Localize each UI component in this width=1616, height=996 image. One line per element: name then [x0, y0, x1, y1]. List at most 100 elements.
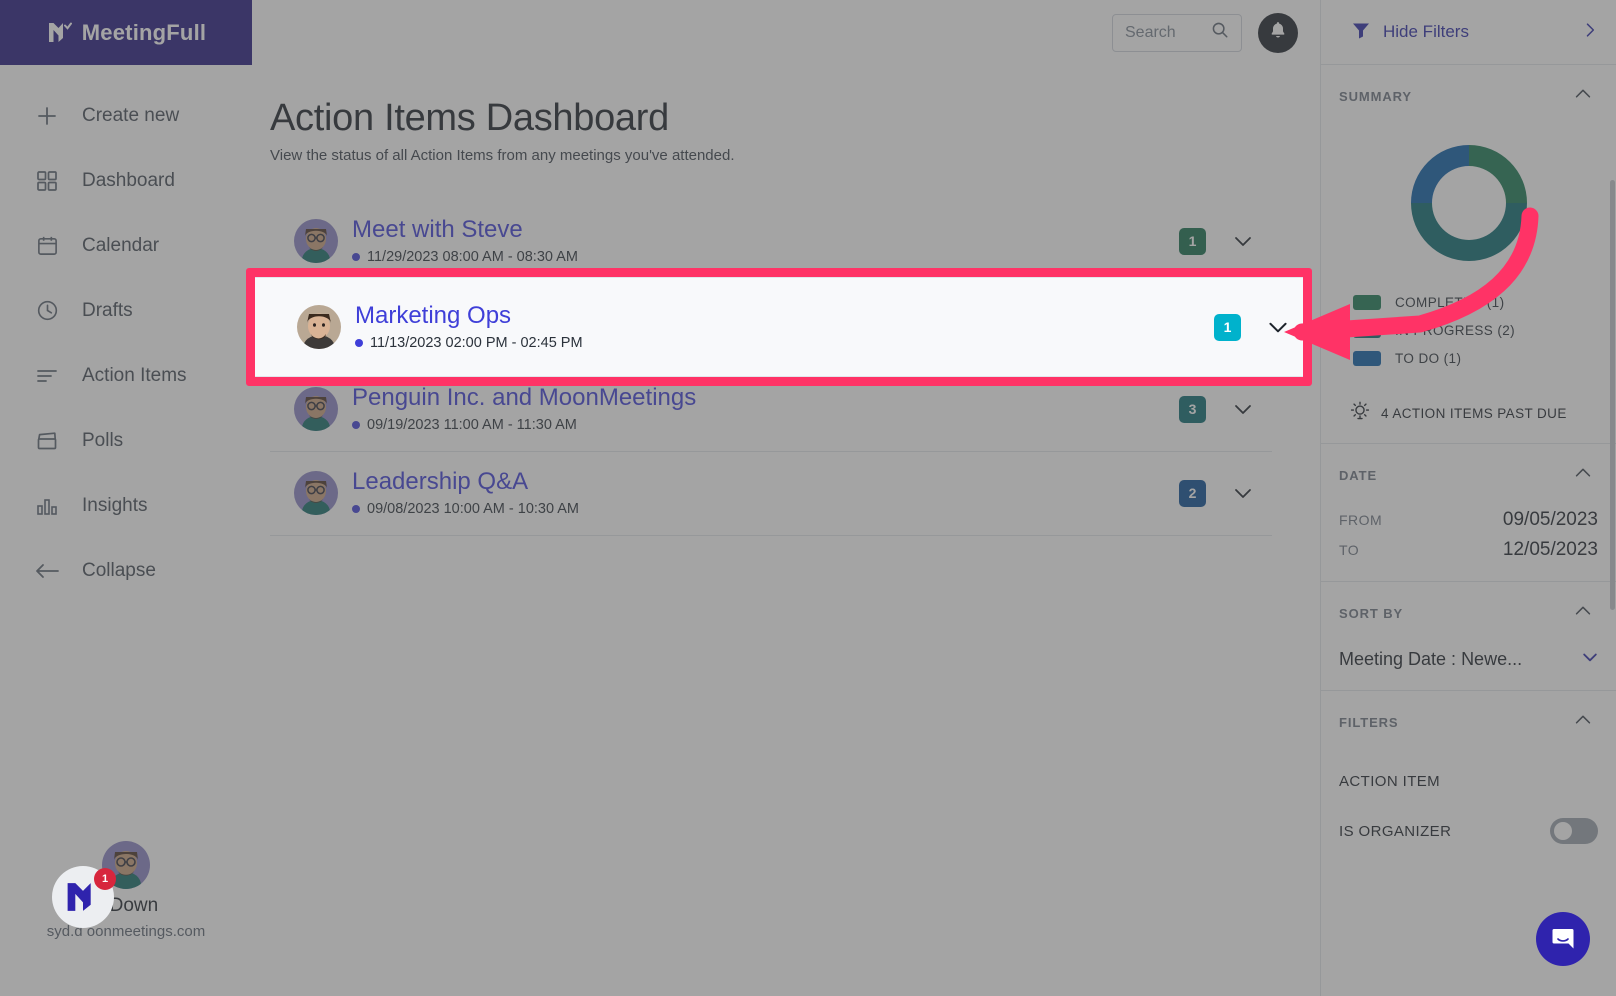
chevron-down-icon[interactable]: [1261, 310, 1295, 344]
meeting-title[interactable]: Marketing Ops: [355, 302, 1214, 329]
action-item-count-badge: 3: [1179, 395, 1206, 423]
date-from-row[interactable]: FROM 09/05/2023: [1339, 505, 1598, 535]
date-range-fields: FROM 09/05/2023 TO 12/05/2023: [1321, 499, 1616, 581]
topbar: Search: [252, 0, 1320, 65]
bar-chart-icon: [34, 493, 60, 519]
chevron-up-icon[interactable]: [1572, 709, 1594, 736]
is-organizer-toggle[interactable]: [1550, 818, 1598, 844]
clapperboard-icon: [34, 428, 60, 454]
grid-icon: [34, 168, 60, 194]
sidebar-user-block[interactable]: d Down syd.d oonmeetings.com: [0, 841, 252, 940]
brand-header[interactable]: MeetingFull: [0, 0, 252, 65]
action-item-count-badge: 2: [1179, 479, 1206, 507]
panel-scrollbar[interactable]: [1610, 180, 1615, 610]
meeting-title[interactable]: Penguin Inc. and MoonMeetings: [352, 385, 1179, 412]
filters-section-header[interactable]: FILTERS: [1321, 691, 1616, 746]
app-base-layer: MeetingFull Create new Dashboard Calenda…: [0, 0, 1616, 996]
plus-icon: [34, 103, 60, 129]
sidebar-item-dashboard[interactable]: Dashboard: [0, 148, 252, 213]
donut-slice-to-do: [1410, 145, 1469, 203]
intercom-chat-button[interactable]: [1536, 912, 1590, 966]
legend-label: IN PROGRESS (2): [1395, 322, 1516, 338]
meeting-text: Meet with Steve 11/29/2023 08:00 AM - 08…: [352, 217, 1179, 265]
sidebar-item-label: Calendar: [82, 234, 160, 256]
page-content: Action Items Dashboard View the status o…: [252, 65, 1320, 996]
sidebar-item-label: Collapse: [82, 559, 156, 581]
sidebar-item-collapse[interactable]: Collapse: [0, 538, 252, 603]
legend-label: TO DO (1): [1395, 350, 1462, 366]
legend-item: COMPLETED (1): [1353, 288, 1616, 316]
legend-label: COMPLETED (1): [1395, 294, 1505, 310]
legend-item: TO DO (1): [1353, 344, 1616, 372]
action-item-count-badge: 1: [1179, 227, 1206, 255]
meeting-meta: 09/08/2023 10:00 AM - 10:30 AM: [352, 501, 1179, 517]
date-section-header[interactable]: DATE: [1321, 444, 1616, 499]
legend-swatch-in-progress: [1353, 322, 1381, 338]
date-to-value: 12/05/2023: [1502, 539, 1598, 560]
date-from-label: FROM: [1339, 512, 1383, 528]
meeting-datetime: 11/29/2023 08:00 AM - 08:30 AM: [367, 248, 578, 265]
meeting-datetime: 11/13/2023 02:00 PM - 02:45 PM: [370, 334, 583, 351]
chevron-down-icon[interactable]: [1580, 647, 1600, 672]
sidebar-item-create-new[interactable]: Create new: [0, 83, 252, 148]
past-due-text: 4 ACTION ITEMS PAST DUE: [1381, 406, 1567, 421]
sidebar-item-polls[interactable]: Polls: [0, 408, 252, 473]
sidebar-item-label: Action Items: [82, 364, 187, 386]
meetingfull-floating-badge[interactable]: 1: [52, 866, 116, 928]
sidebar-item-label: Polls: [82, 429, 124, 451]
chevron-down-icon[interactable]: [1226, 224, 1260, 258]
filter-rows: ACTION ITEM IS ORGANIZER: [1321, 746, 1616, 856]
meeting-datetime: 09/08/2023 10:00 AM - 10:30 AM: [367, 500, 580, 517]
highlight-annotation-box: Marketing Ops 11/13/2023 02:00 PM - 02:4…: [246, 268, 1312, 386]
sort-section-header[interactable]: SORT BY: [1321, 582, 1616, 637]
chevron-up-icon[interactable]: [1572, 600, 1594, 627]
filters-panel: Hide Filters SUMMARY COMPLETED (1) IN PR…: [1320, 0, 1616, 996]
legend-swatch-completed: [1353, 294, 1381, 310]
notification-count-badge: 1: [94, 868, 116, 890]
chevron-down-icon[interactable]: [1226, 476, 1260, 510]
avatar: [294, 471, 338, 516]
arrow-left-icon: [34, 558, 60, 584]
chevron-up-icon[interactable]: [1572, 83, 1594, 110]
sidebar-item-drafts[interactable]: Drafts: [0, 278, 252, 343]
chevron-down-icon[interactable]: [1226, 392, 1260, 426]
bell-icon: [1268, 20, 1288, 45]
filter-row-action-item[interactable]: ACTION ITEM: [1339, 756, 1598, 806]
meeting-meta: 11/13/2023 02:00 PM - 02:45 PM: [355, 335, 1214, 351]
hide-filters-label: Hide Filters: [1383, 22, 1469, 41]
donut-slice-completed: [1468, 145, 1527, 203]
summary-title: SUMMARY: [1339, 89, 1412, 104]
sidebar-item-insights[interactable]: Insights: [0, 473, 252, 538]
hide-filters-button[interactable]: Hide Filters: [1321, 0, 1616, 65]
filter-funnel-icon: [1351, 20, 1371, 45]
search-placeholder: Search: [1125, 23, 1176, 41]
date-from-value: 09/05/2023: [1502, 509, 1598, 530]
sidebar-item-calendar[interactable]: Calendar: [0, 213, 252, 278]
chevron-up-icon[interactable]: [1572, 462, 1594, 489]
app-root: MeetingFull Create new Dashboard Calenda…: [0, 0, 1616, 996]
avatar: [297, 305, 341, 349]
past-due-notice: 4 ACTION ITEMS PAST DUE: [1321, 386, 1616, 443]
filter-label: IS ORGANIZER: [1339, 822, 1452, 840]
status-dot-icon: [355, 338, 363, 347]
meeting-text: Marketing Ops 11/13/2023 02:00 PM - 02:4…: [355, 302, 1214, 351]
meeting-title[interactable]: Meet with Steve: [352, 217, 1179, 244]
chevron-right-icon[interactable]: [1580, 20, 1600, 45]
meeting-title[interactable]: Leadership Q&A: [352, 469, 1179, 496]
meeting-row[interactable]: Leadership Q&A 09/08/2023 10:00 AM - 10:…: [270, 452, 1272, 536]
sort-by-select[interactable]: Meeting Date : Newe...: [1321, 637, 1616, 690]
filter-row-is-organizer[interactable]: IS ORGANIZER: [1339, 806, 1598, 856]
highlighted-meeting-row-container: Marketing Ops 11/13/2023 02:00 PM - 02:4…: [255, 277, 1303, 377]
action-item-count-badge: 1: [1214, 313, 1241, 341]
notifications-button[interactable]: [1258, 12, 1298, 53]
sidebar-item-action-items[interactable]: Action Items: [0, 343, 252, 408]
avatar: [294, 219, 338, 264]
page-title: Action Items Dashboard: [270, 97, 669, 139]
date-to-row[interactable]: TO 12/05/2023: [1339, 535, 1598, 565]
date-to-label: TO: [1339, 542, 1360, 558]
meeting-row-marketing-ops[interactable]: Marketing Ops 11/13/2023 02:00 PM - 02:4…: [255, 278, 1303, 376]
summary-section-header[interactable]: SUMMARY: [1321, 65, 1616, 120]
clock-icon: [34, 298, 60, 324]
search-input[interactable]: Search: [1112, 13, 1242, 52]
sort-by-title: SORT BY: [1339, 606, 1404, 621]
